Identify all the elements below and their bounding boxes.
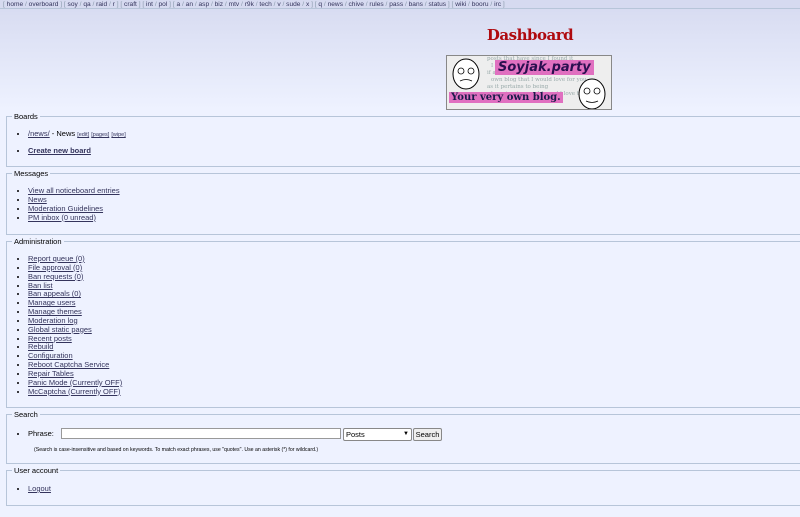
admin-link[interactable]: Repair Tables (28, 369, 74, 378)
wojak-face-icon (578, 78, 606, 109)
boards-list: /news/ - News [edit] [pages] [wipe] (28, 129, 126, 140)
wojak-face-icon (452, 58, 480, 90)
bracket: ] (501, 1, 505, 8)
banner-image: posts that have since I found itI share … (446, 55, 612, 110)
admin-link[interactable]: McCaptcha (Currently OFF) (28, 387, 121, 396)
boardlist-link-tech[interactable]: tech (259, 1, 271, 8)
boardlist-link-home[interactable]: home (7, 1, 24, 8)
admin-link[interactable]: Ban appeals (0) (28, 289, 81, 298)
boardlist-link-pass[interactable]: pass (389, 1, 403, 8)
board-item-news: /news/ - News [edit] [pages] [wipe] (28, 129, 126, 140)
board-link-news[interactable]: /news/ (28, 129, 50, 138)
boardlist-link-booru[interactable]: booru (472, 1, 489, 8)
boardlist-link-bans[interactable]: bans (409, 1, 423, 8)
logout-link[interactable]: Logout (28, 484, 51, 493)
create-board-list: Create new board (28, 146, 91, 156)
admin-link[interactable]: Report queue (0) (28, 254, 85, 263)
search-type-select[interactable]: Posts ▼ (343, 428, 412, 441)
boardlist-link-chive[interactable]: chive (349, 1, 364, 8)
admin-link[interactable]: Ban list (28, 281, 53, 290)
admin-item: McCaptcha (Currently OFF) (28, 387, 122, 397)
chevron-down-icon: ▼ (403, 431, 409, 437)
boardlist-link-asp[interactable]: asp (199, 1, 210, 8)
admin-link[interactable]: File approval (0) (28, 263, 82, 272)
boardlist-link-raid[interactable]: raid (96, 1, 107, 8)
boardlist-link-an[interactable]: an (186, 1, 193, 8)
administration-fieldset: Administration (6, 237, 800, 408)
boardlist-link-biz[interactable]: biz (215, 1, 223, 8)
messages-list: View all noticeboard entriesNewsModerati… (28, 186, 120, 223)
account-list: Logout (28, 484, 51, 494)
boardlist-link-craft[interactable]: craft (124, 1, 137, 8)
boardlist-link-int[interactable]: int (146, 1, 153, 8)
messages-fieldset: Messages (6, 169, 800, 235)
search-legend: Search (14, 410, 38, 419)
boards-legend: Boards (14, 112, 38, 121)
user-account-legend: User account (14, 466, 59, 475)
search-list: Phrase: (28, 429, 54, 439)
boardlist-link-r9k[interactable]: r9k (245, 1, 254, 8)
admin-link[interactable]: Manage themes (28, 307, 82, 316)
admin-link[interactable]: Reboot Captcha Service (28, 360, 109, 369)
messages-link[interactable]: Moderation Guidelines (28, 204, 103, 213)
boardlist-link-news[interactable]: news (328, 1, 343, 8)
messages-legend: Messages (14, 169, 49, 178)
boardlist-link-overboard[interactable]: overboard (29, 1, 59, 8)
banner-tagline: Your very own blog. (449, 92, 563, 103)
boardlist-link-mtv[interactable]: mtv (229, 1, 240, 8)
create-new-board-link[interactable]: Create new board (28, 146, 91, 155)
board-edit-link[interactable]: [edit] (77, 132, 89, 138)
board-wipe-link[interactable]: [wipe] (111, 132, 125, 138)
board-pages-link[interactable]: [pages] (91, 132, 109, 138)
messages-link[interactable]: PM inbox (0 unread) (28, 213, 96, 222)
boardlist-link-rules[interactable]: rules (369, 1, 383, 8)
page-title: Dashboard (486, 26, 574, 44)
administration-list: Report queue (0)File approval (0)Ban req… (28, 254, 122, 397)
phrase-label: Phrase: (28, 429, 54, 438)
messages-link[interactable]: View all noticeboard entries (28, 186, 120, 195)
admin-link[interactable]: Rebuild (28, 342, 53, 352)
board-name: - News (49, 129, 78, 138)
search-hint: (Search is case-insensitive and based on… (34, 447, 319, 453)
administration-legend: Administration (14, 237, 62, 246)
message-item: PM inbox (0 unread) (28, 213, 120, 223)
boardlist-link-pol[interactable]: pol (159, 1, 168, 8)
admin-link[interactable]: Manage users (28, 298, 76, 307)
boardlist-link-soy[interactable]: soy (68, 1, 78, 8)
banner-title: Soyjak.party (495, 60, 594, 75)
boardlist-link-status[interactable]: status (428, 1, 446, 8)
board-list-bar: [ home / overboard ] [ soy / qa / raid /… (0, 0, 800, 9)
admin-link[interactable]: Global static pages (28, 325, 92, 334)
admin-link[interactable]: Ban requests (0) (28, 272, 83, 281)
user-account-fieldset: User account (6, 466, 800, 506)
boardlist-link-sude[interactable]: sude (286, 1, 300, 8)
search-phrase-input[interactable] (61, 428, 341, 439)
admin-link[interactable]: Configuration (28, 351, 73, 360)
search-button[interactable]: Search (413, 428, 442, 441)
boardlist-link-qa[interactable]: qa (83, 1, 90, 8)
boardlist-link-wiki[interactable]: wiki (455, 1, 466, 8)
admin-link[interactable]: Moderation log (28, 316, 78, 325)
admin-link[interactable]: Recent posts (28, 334, 72, 343)
search-type-value: Posts (346, 430, 365, 439)
messages-link[interactable]: News (28, 195, 47, 204)
admin-link[interactable]: Panic Mode (Currently OFF) (28, 378, 122, 387)
